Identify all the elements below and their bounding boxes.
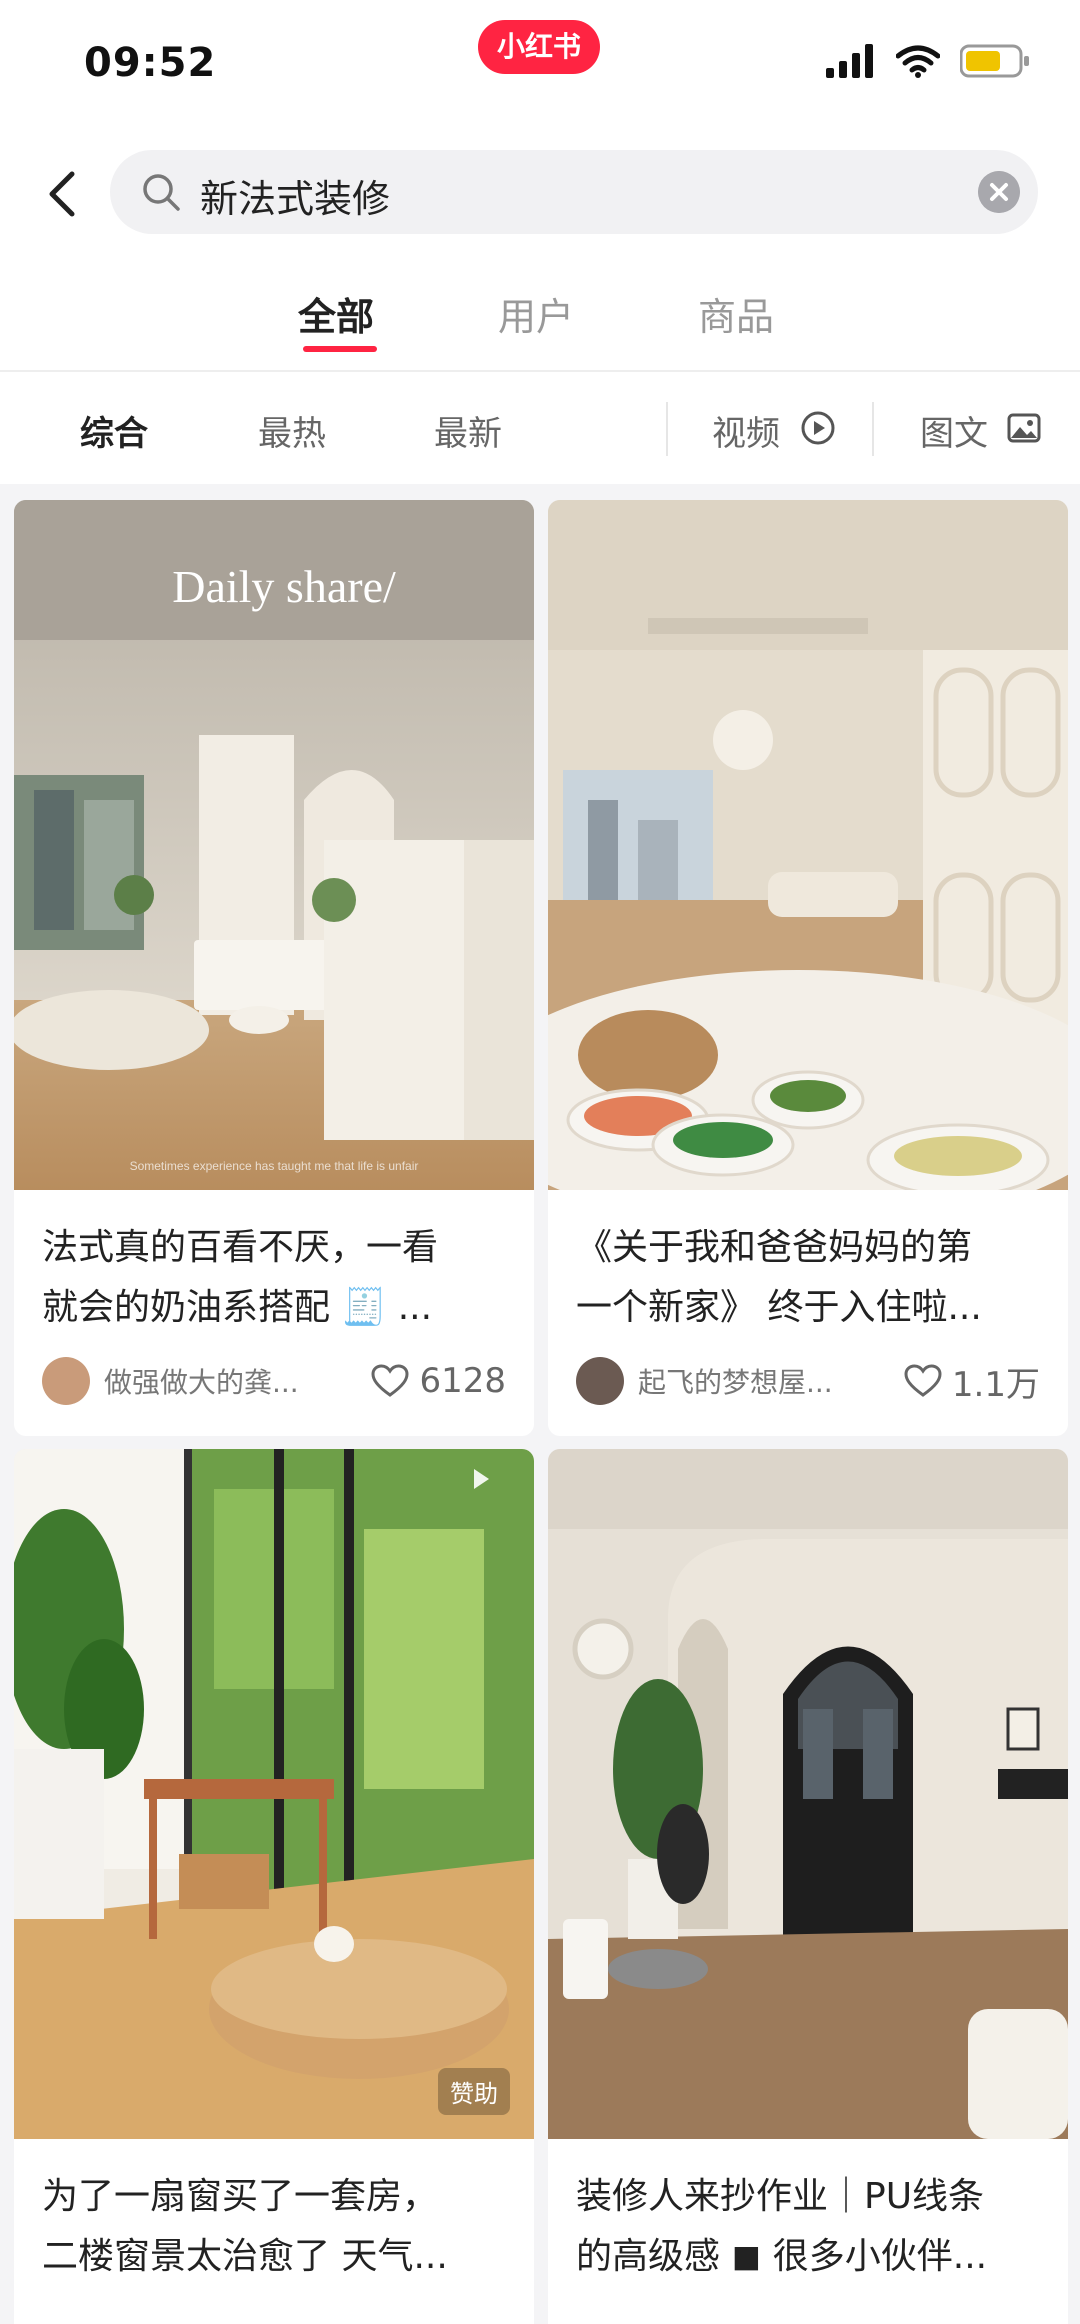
- cover-caption-text: Sometimes experience has taught me that …: [130, 1159, 419, 1173]
- filter-comprehensive[interactable]: 综合: [80, 406, 148, 455]
- back-icon[interactable]: [34, 164, 94, 224]
- avatar[interactable]: [576, 1357, 624, 1405]
- result-type-tabs: 全部 用户 商品: [0, 250, 1080, 372]
- battery-icon: [960, 44, 1029, 78]
- sponsored-badge: 赞助: [438, 2068, 510, 2115]
- image-icon: [1007, 413, 1041, 443]
- heart-icon: [371, 1364, 409, 1397]
- note-title[interactable]: 《关于我和爸爸妈妈的第 一个新家》 终于入住啦...: [576, 1218, 1056, 1338]
- app-logo: 小红书: [478, 20, 600, 74]
- filter-image-text[interactable]: 图文: [920, 406, 988, 455]
- filter-divider: [666, 402, 668, 456]
- author-name[interactable]: 做强做大的龚...: [104, 1361, 371, 1401]
- note-title[interactable]: 法式真的百看不厌，一看 就会的奶油系搭配 🧾 ...: [42, 1218, 522, 1338]
- author-name[interactable]: 起飞的梦想屋...: [638, 1361, 904, 1401]
- avatar[interactable]: [42, 1357, 90, 1405]
- tab-products[interactable]: 商品: [698, 286, 774, 341]
- note-card[interactable]: 赞助 为了一扇窗买了一套房， 二楼窗景太治愈了 天气...: [14, 1449, 534, 2324]
- note-title[interactable]: 为了一扇窗买了一套房， 二楼窗景太治愈了 天气...: [42, 2167, 522, 2287]
- active-tab-indicator: [303, 346, 377, 352]
- note-meta: 做强做大的龚... 6128: [42, 1354, 506, 1408]
- note-title[interactable]: 装修人来抄作业｜PU线条 的高级感 ◼ 很多小伙伴...: [576, 2167, 1056, 2287]
- wifi-icon: [896, 45, 940, 78]
- play-icon: [801, 411, 835, 445]
- filter-divider: [872, 402, 874, 456]
- status-icons: [826, 44, 1030, 78]
- cellular-signal-icon: [826, 44, 873, 78]
- tab-all[interactable]: 全部: [298, 286, 374, 341]
- like-button[interactable]: 1.1万: [904, 1357, 1040, 1406]
- note-cover-image[interactable]: [548, 1449, 1068, 2139]
- tab-users[interactable]: 用户: [498, 286, 574, 341]
- note-card[interactable]: Daily share/ Sometimes experience has ta…: [14, 500, 534, 1436]
- filter-video[interactable]: 视频: [712, 406, 780, 455]
- search-query: 新法式装修: [200, 177, 391, 221]
- filter-bar: 综合 最热 最新 视频 图文: [0, 372, 1080, 484]
- status-time: 09:52: [84, 40, 217, 86]
- note-cover-image[interactable]: Daily share/ Sometimes experience has ta…: [14, 500, 534, 1190]
- filter-hottest[interactable]: 最热: [258, 406, 326, 455]
- like-count: 6128: [419, 1361, 506, 1401]
- note-card[interactable]: 装修人来抄作业｜PU线条 的高级感 ◼ 很多小伙伴...: [548, 1449, 1068, 2324]
- note-meta: 起飞的梦想屋... 1.1万: [576, 1354, 1040, 1408]
- search-icon: [143, 174, 180, 211]
- cover-overlay-text: Daily share/: [172, 561, 396, 612]
- note-card[interactable]: 《关于我和爸爸妈妈的第 一个新家》 终于入住啦... 起飞的梦想屋... 1.1…: [548, 500, 1068, 1436]
- filter-newest[interactable]: 最新: [434, 406, 502, 455]
- search-input[interactable]: 新法式装修: [110, 150, 1038, 234]
- clear-icon[interactable]: [978, 171, 1020, 213]
- status-bar: 09:52 小红书: [0, 0, 1080, 140]
- like-count: 1.1万: [951, 1364, 1040, 1405]
- heart-icon: [904, 1364, 942, 1397]
- note-cover-image[interactable]: 赞助: [14, 1449, 534, 2139]
- search-header: 新法式装修: [0, 140, 1080, 250]
- note-cover-image[interactable]: [548, 500, 1068, 1190]
- like-button[interactable]: 6128: [371, 1361, 506, 1401]
